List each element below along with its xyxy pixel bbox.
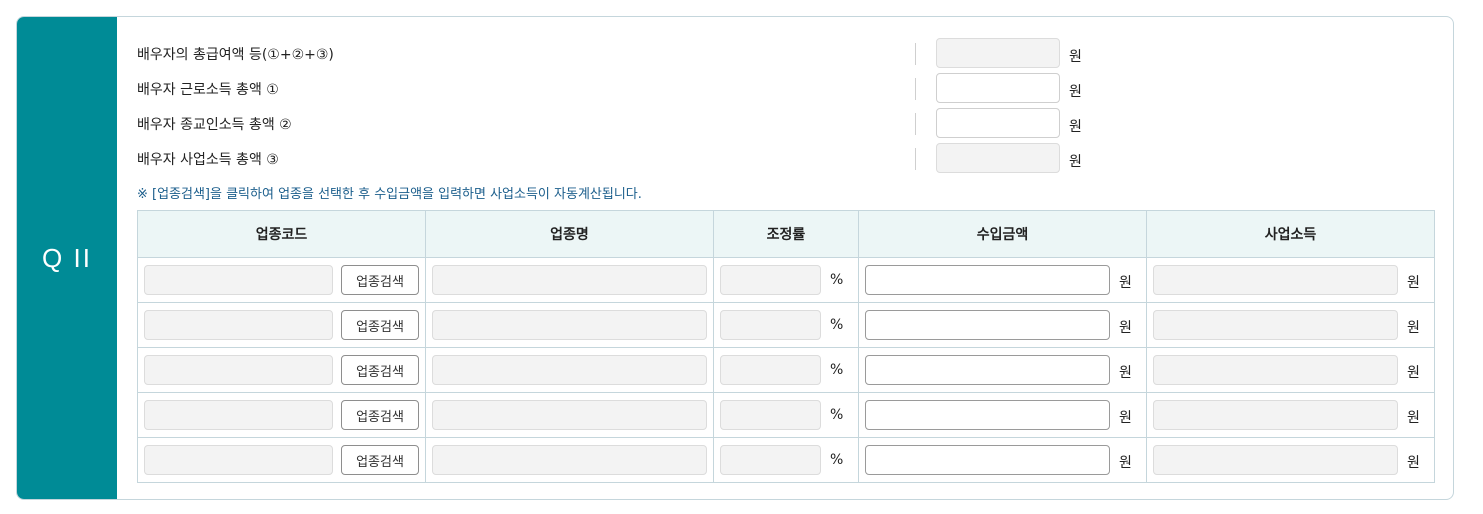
header-revenue: 수입금액 [858,210,1147,258]
summary-label-total: 배우자의 총급여액 등(①+②+③) [137,47,334,63]
won-unit: 원 [1407,275,1420,291]
earned-income-field[interactable] [936,73,1060,103]
summary-label-earned: 배우자 근로소득 총액 ① [137,82,279,98]
revenue-input[interactable] [865,445,1110,475]
won-unit: 원 [1119,320,1132,336]
won-unit: 원 [1407,365,1420,381]
revenue-input[interactable] [865,400,1110,430]
won-unit: 원 [1407,455,1420,471]
industry-search-button[interactable]: 업종검색 [341,265,419,295]
adjust-rate-field [720,355,821,385]
percent-unit: % [830,407,844,423]
table-row: 업종검색 % 원 원 [137,437,1435,483]
industry-code-field [144,355,333,385]
header-industry-code: 업종코드 [137,210,426,258]
revenue-input[interactable] [865,355,1110,385]
header-adjust-rate: 조정률 [713,210,859,258]
header-business-income: 사업소득 [1146,210,1435,258]
business-income-field [1153,400,1398,430]
table-row: 업종검색 % 원 원 [137,257,1435,303]
section-label: Q II [42,242,92,273]
won-unit: 원 [1119,275,1132,291]
summary-divider [915,113,916,135]
industry-search-button[interactable]: 업종검색 [341,445,419,475]
spouse-income-panel: Q II 배우자의 총급여액 등(①+②+③) 원 배우자 근로소득 총액 ① … [16,16,1454,500]
industry-name-field [432,355,707,385]
summary-row-earned: 배우자 근로소득 총액 ① 원 [137,73,1137,103]
industry-name-field [432,265,707,295]
revenue-input[interactable] [865,310,1110,340]
summary-label-religious: 배우자 종교인소득 총액 ② [137,117,292,133]
summary-divider [915,78,916,100]
industry-name-field [432,310,707,340]
business-income-field [1153,355,1398,385]
adjust-rate-field [720,445,821,475]
won-unit: 원 [1407,410,1420,426]
table-row: 업종검색 % 원 원 [137,302,1435,348]
percent-unit: % [830,452,844,468]
business-income-total-field [936,143,1060,173]
summary-divider [915,148,916,170]
summary-unit: 원 [1069,119,1082,135]
industry-search-button[interactable]: 업종검색 [341,310,419,340]
summary-unit: 원 [1069,154,1082,170]
summary-label-business: 배우자 사업소득 총액 ③ [137,152,279,168]
industry-search-button[interactable]: 업종검색 [341,355,419,385]
percent-unit: % [830,317,844,333]
business-income-field [1153,310,1398,340]
summary-unit: 원 [1069,84,1082,100]
panel-content: 배우자의 총급여액 등(①+②+③) 원 배우자 근로소득 총액 ① 원 배우자… [137,17,1453,499]
summary-row-business: 배우자 사업소득 총액 ③ 원 [137,143,1137,173]
table-row: 업종검색 % 원 원 [137,347,1435,393]
industry-name-field [432,400,707,430]
business-income-table: 업종코드 업종명 조정률 수입금액 사업소득 업종검색 % 원 원 업종검색 %… [137,210,1435,483]
adjust-rate-field [720,310,821,340]
instruction-note: ※ [업종검색]을 클릭하여 업종을 선택한 후 수입금액을 입력하면 사업소득… [137,187,642,202]
business-income-field [1153,445,1398,475]
adjust-rate-field [720,400,821,430]
won-unit: 원 [1119,365,1132,381]
table-row: 업종검색 % 원 원 [137,392,1435,438]
summary-row-religious: 배우자 종교인소득 총액 ② 원 [137,108,1137,138]
section-label-block: Q II [17,17,117,499]
percent-unit: % [830,362,844,378]
header-industry-name: 업종명 [425,210,714,258]
industry-code-field [144,265,333,295]
industry-name-field [432,445,707,475]
industry-code-field [144,310,333,340]
adjust-rate-field [720,265,821,295]
summary-unit: 원 [1069,49,1082,65]
industry-code-field [144,400,333,430]
won-unit: 원 [1119,455,1132,471]
table-header-row: 업종코드 업종명 조정률 수입금액 사업소득 [137,210,1435,258]
summary-row-total: 배우자의 총급여액 등(①+②+③) 원 [137,38,1137,68]
won-unit: 원 [1119,410,1132,426]
percent-unit: % [830,272,844,288]
religious-income-field[interactable] [936,108,1060,138]
summary-divider [915,43,916,65]
industry-search-button[interactable]: 업종검색 [341,400,419,430]
won-unit: 원 [1407,320,1420,336]
revenue-input[interactable] [865,265,1110,295]
business-income-field [1153,265,1398,295]
industry-code-field [144,445,333,475]
total-salary-field [936,38,1060,68]
